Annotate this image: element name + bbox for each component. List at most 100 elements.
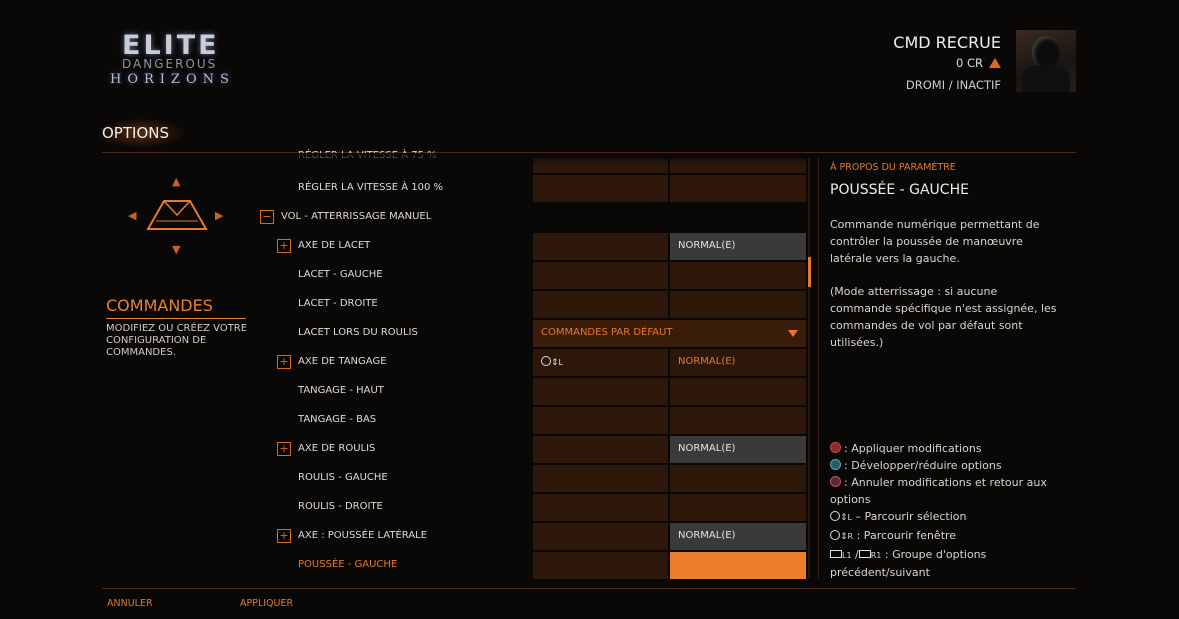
legend-apply-text: : Appliquer modifications	[844, 442, 982, 455]
binding-secondary[interactable]	[670, 175, 806, 202]
thrust-up-arrow-icon: ▲	[172, 175, 181, 188]
binding-secondary[interactable]	[670, 262, 806, 289]
legend-expand: : Développer/réduire options	[830, 457, 1065, 474]
binding-secondary[interactable]	[670, 465, 806, 492]
binding-secondary-selected[interactable]	[670, 552, 806, 579]
list-item-label: POUSSÉE - GAUCHE	[298, 559, 398, 570]
list-item[interactable]: LACET - DROITE	[260, 291, 806, 318]
left-stick-icon	[541, 356, 551, 366]
expand-icon[interactable]: +	[277, 529, 291, 543]
list-item[interactable]: ROULIS - DROITE	[260, 494, 806, 521]
r1-label: R1	[870, 551, 882, 560]
circle-button-icon	[830, 476, 841, 487]
axis-mode-value: NORMAL(E)	[678, 356, 736, 367]
list-item[interactable]: + AXE DE LACET NORMAL(E)	[260, 233, 806, 260]
list-scrollbar[interactable]	[808, 158, 810, 578]
stick-arrow-icon: ⇕	[551, 358, 559, 368]
list-item[interactable]: LACET LORS DU ROULIS COMMANDES PAR DÉFAU…	[260, 320, 806, 347]
dropdown-value: COMMANDES PAR DÉFAUT	[541, 327, 673, 338]
binding-primary[interactable]	[533, 175, 668, 202]
list-item-label: TANGAGE - BAS	[298, 414, 377, 425]
binding-secondary[interactable]: NORMAL(E)	[670, 436, 806, 463]
binding-secondary[interactable]	[670, 407, 806, 434]
binding-primary[interactable]	[533, 523, 668, 550]
binding-primary[interactable]	[533, 262, 668, 289]
binding-primary[interactable]	[533, 494, 668, 521]
left-stick-label: L	[847, 513, 853, 522]
binding-secondary[interactable]: NORMAL(E)	[670, 233, 806, 260]
stick-binding: ⇕L	[541, 356, 563, 368]
binding-secondary[interactable]	[670, 494, 806, 521]
square-button-icon	[830, 442, 841, 453]
panel-divider	[818, 158, 819, 578]
cancel-button[interactable]: ANNULER	[107, 598, 153, 609]
list-item[interactable]: + AXE : POUSSÉE LATÉRALE NORMAL(E)	[260, 523, 806, 550]
binding-primary[interactable]	[533, 233, 668, 260]
expand-icon[interactable]: +	[277, 239, 291, 253]
list-item-label: LACET - DROITE	[298, 298, 378, 309]
commander-avatar	[1016, 30, 1076, 92]
legend-browse-window: ⇕R : Parcourir fenêtre	[830, 527, 1065, 546]
binding-secondary[interactable]: NORMAL(E)	[670, 523, 806, 550]
legend-cancel: : Annuler modifications et retour aux op…	[830, 474, 1065, 508]
list-item[interactable]: ROULIS - GAUCHE	[260, 465, 806, 492]
binding-primary[interactable]	[533, 407, 668, 434]
commandes-title: COMMANDES	[106, 296, 213, 315]
binding-secondary[interactable]: NORMAL(E)	[670, 349, 806, 376]
binding-primary[interactable]: ⇕L	[533, 349, 668, 376]
axis-mode-value: NORMAL(E)	[678, 240, 736, 251]
list-item[interactable]: + AXE DE ROULIS NORMAL(E)	[260, 436, 806, 463]
section-header-label: VOL - ATTERRISSAGE MANUEL	[281, 211, 432, 222]
list-item-label: TANGAGE - HAUT	[298, 385, 384, 396]
chevron-down-icon	[788, 330, 798, 337]
binding-primary[interactable]	[533, 465, 668, 492]
page-title: OPTIONS	[102, 124, 169, 142]
list-item[interactable]: TANGAGE - HAUT	[260, 378, 806, 405]
list-item[interactable]: TANGAGE - BAS	[260, 407, 806, 434]
legend-expand-text: : Développer/réduire options	[844, 459, 1002, 472]
binding-primary[interactable]	[533, 552, 668, 579]
controls-legend: : Appliquer modifications : Développer/r…	[830, 440, 1065, 581]
list-item[interactable]: + AXE DE TANGAGE ⇕L NORMAL(E)	[260, 349, 806, 376]
axis-mode-value: NORMAL(E)	[678, 530, 736, 541]
expand-icon[interactable]: +	[277, 442, 291, 456]
commander-credits: 0 CR	[956, 56, 1001, 70]
ship-diagram-icon	[146, 200, 208, 230]
list-item[interactable]: RÉGLER LA VITESSE À 100 %	[260, 175, 806, 202]
scrollbar-thumb[interactable]	[808, 257, 811, 287]
list-item-label: LACET - GAUCHE	[298, 269, 383, 280]
avatar-helmet-icon	[1032, 36, 1060, 68]
binding-secondary[interactable]	[670, 378, 806, 405]
commander-location: DROMI / INACTIF	[905, 78, 1001, 92]
left-stick-icon	[830, 511, 840, 521]
list-item-label: LACET LORS DU ROULIS	[298, 327, 418, 338]
commandes-underline	[106, 318, 246, 319]
list-item-selected[interactable]: POUSSÉE - GAUCHE	[260, 552, 806, 579]
stick-arrow-icon: ⇕	[840, 532, 848, 542]
credits-icon	[989, 58, 1001, 68]
logo-line-2: DANGEROUS	[122, 57, 218, 71]
list-item[interactable]: LACET - GAUCHE	[260, 262, 806, 289]
r1-button-icon	[858, 550, 871, 558]
binding-secondary[interactable]	[670, 291, 806, 318]
binding-primary[interactable]	[533, 291, 668, 318]
section-header[interactable]: − VOL - ATTERRISSAGE MANUEL	[260, 204, 806, 231]
apply-button[interactable]: APPLIQUER	[240, 598, 293, 609]
l1-button-icon	[830, 550, 842, 558]
expand-icon[interactable]: +	[277, 355, 291, 369]
legend-browse-selection: ⇕L – Parcourir sélection	[830, 508, 1065, 527]
legend-apply: : Appliquer modifications	[830, 440, 1065, 457]
thrust-left-arrow-icon: ◀	[128, 209, 137, 222]
right-stick-label: R	[847, 532, 854, 541]
logo-line-3: HORIZONS	[110, 72, 235, 87]
default-commands-dropdown[interactable]: COMMANDES PAR DÉFAUT	[533, 320, 806, 347]
list-item-label: AXE DE LACET	[298, 240, 371, 251]
legend-group: L1 /R1 : Groupe d'options précédent/suiv…	[830, 548, 987, 579]
about-label: À PROPOS DU PARAMÈTRE	[830, 162, 956, 173]
list-item-label: ROULIS - GAUCHE	[298, 472, 388, 483]
binding-primary[interactable]	[533, 436, 668, 463]
collapse-icon[interactable]: −	[260, 210, 274, 224]
binding-primary[interactable]	[533, 378, 668, 405]
stick-label: L	[558, 358, 564, 367]
stick-arrow-icon: ⇕	[840, 513, 848, 523]
